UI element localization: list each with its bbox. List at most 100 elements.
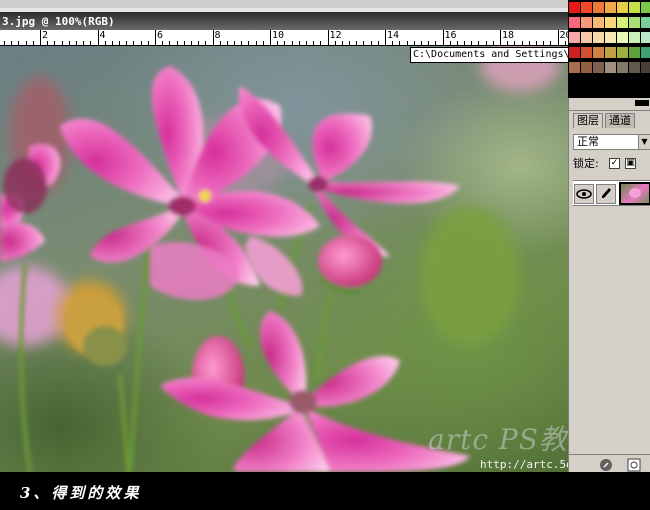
color-swatch[interactable] — [581, 47, 592, 58]
color-swatch[interactable] — [605, 17, 616, 28]
ruler-minor-tick — [521, 41, 523, 45]
ruler-label: 12 — [329, 30, 342, 41]
color-swatch[interactable] — [605, 2, 616, 13]
ruler-minor-tick — [557, 41, 559, 45]
ruler-minor-tick — [147, 41, 149, 45]
tab-layers[interactable]: 图层 — [573, 113, 603, 128]
ruler-minor-tick — [435, 41, 437, 45]
color-swatch[interactable] — [593, 62, 604, 73]
ruler-minor-tick — [140, 41, 142, 45]
new-layer-icon[interactable] — [627, 457, 641, 472]
panel-title-bar[interactable] — [569, 98, 650, 111]
ruler-minor-tick — [363, 41, 365, 45]
lock-image-checkbox[interactable]: ▣ — [625, 158, 636, 169]
brush-icon[interactable] — [596, 184, 616, 204]
ruler-minor-tick — [456, 41, 458, 45]
color-swatch[interactable] — [629, 47, 640, 58]
color-swatch[interactable] — [629, 32, 640, 43]
horizontal-ruler[interactable]: 2 4 6 8 10 12 14 16 18 20 — [0, 30, 568, 46]
color-swatch[interactable] — [593, 47, 604, 58]
color-swatch[interactable] — [605, 47, 616, 58]
color-swatches-panel[interactable] — [568, 0, 650, 100]
ruler-minor-tick — [492, 41, 494, 45]
color-swatch[interactable] — [605, 32, 616, 43]
color-swatch[interactable] — [569, 17, 580, 28]
ruler-minor-tick — [277, 41, 279, 45]
color-swatch[interactable] — [617, 47, 628, 58]
ruler-minor-tick — [428, 41, 430, 45]
color-swatch[interactable] — [629, 62, 640, 73]
ruler-minor-tick — [104, 41, 106, 45]
color-swatch[interactable] — [629, 2, 640, 13]
color-swatch[interactable] — [641, 17, 650, 28]
ruler-minor-tick — [54, 41, 56, 45]
color-swatch[interactable] — [581, 17, 592, 28]
color-swatch[interactable] — [581, 2, 592, 13]
link-icon[interactable] — [599, 457, 613, 471]
ruler-minor-tick — [535, 41, 537, 45]
layer-thumbnail[interactable] — [619, 182, 650, 205]
ruler-minor-tick — [464, 41, 466, 45]
color-swatch[interactable] — [617, 2, 628, 13]
ruler-minor-tick — [500, 41, 501, 45]
ruler-minor-tick — [83, 41, 85, 45]
ruler-label: 14 — [387, 30, 400, 41]
ruler-minor-tick — [370, 41, 372, 45]
color-swatch[interactable] — [605, 62, 616, 73]
ruler-minor-tick — [183, 41, 185, 45]
color-swatch[interactable] — [617, 32, 628, 43]
color-swatch[interactable] — [641, 2, 650, 13]
ruler-minor-tick — [406, 41, 408, 45]
color-swatch[interactable] — [641, 47, 650, 58]
lock-transparency-checkbox[interactable]: ✓ — [609, 158, 620, 169]
color-swatch[interactable] — [569, 32, 580, 43]
ruler-minor-tick — [478, 41, 480, 45]
watermark-text: artc PS教程 — [428, 423, 568, 456]
ruler-minor-tick — [111, 41, 113, 45]
color-swatch[interactable] — [569, 2, 580, 13]
layer-row[interactable] — [573, 180, 650, 206]
ruler-minor-tick — [349, 41, 351, 45]
color-swatch[interactable] — [629, 17, 640, 28]
color-swatch[interactable] — [617, 17, 628, 28]
image-canvas[interactable]: artc PS教程 http://artc.5d.cn — [0, 46, 568, 472]
color-swatch[interactable] — [581, 32, 592, 43]
document-title-bar[interactable]: 3.jpg @ 100%(RGB) — [0, 0, 568, 30]
color-swatch[interactable] — [581, 62, 592, 73]
blend-mode-value: 正常 — [577, 135, 599, 148]
color-swatch[interactable] — [569, 47, 580, 58]
ruler-minor-tick — [40, 41, 41, 45]
ruler-minor-tick — [471, 41, 473, 45]
ruler-label: 16 — [444, 30, 457, 41]
blend-mode-select[interactable]: 正常 ▼ — [573, 134, 650, 150]
ruler-minor-tick — [449, 41, 451, 45]
eye-icon[interactable] — [574, 184, 594, 204]
ruler-minor-tick — [75, 41, 77, 45]
ruler-minor-tick — [284, 41, 286, 45]
layers-panel[interactable]: 图层 通道 正常 ▼ 锁定: ✓ ▣ — [568, 98, 650, 472]
ruler-minor-tick — [68, 41, 70, 45]
color-swatch[interactable] — [569, 62, 580, 73]
ruler-label: 6 — [157, 30, 164, 41]
ruler-minor-tick — [205, 41, 207, 45]
ruler-minor-tick — [320, 41, 322, 45]
ruler-minor-tick — [97, 41, 99, 45]
ruler-minor-tick — [241, 41, 243, 45]
ruler-minor-tick — [90, 41, 92, 45]
ruler-minor-tick — [61, 41, 63, 45]
color-swatch[interactable] — [593, 17, 604, 28]
ruler-minor-tick — [32, 41, 34, 45]
color-swatch[interactable] — [641, 32, 650, 43]
ruler-minor-tick — [25, 41, 27, 45]
color-swatch[interactable] — [593, 2, 604, 13]
ruler-minor-tick — [327, 41, 329, 45]
color-swatch[interactable] — [617, 62, 628, 73]
color-swatch[interactable] — [593, 32, 604, 43]
chevron-down-icon[interactable]: ▼ — [638, 135, 650, 149]
tab-channels[interactable]: 通道 — [605, 113, 635, 128]
ruler-minor-tick — [133, 41, 135, 45]
ruler-minor-tick — [550, 41, 552, 45]
color-swatch[interactable] — [641, 62, 650, 73]
ruler-minor-tick — [176, 41, 178, 45]
ruler-minor-tick — [313, 41, 315, 45]
